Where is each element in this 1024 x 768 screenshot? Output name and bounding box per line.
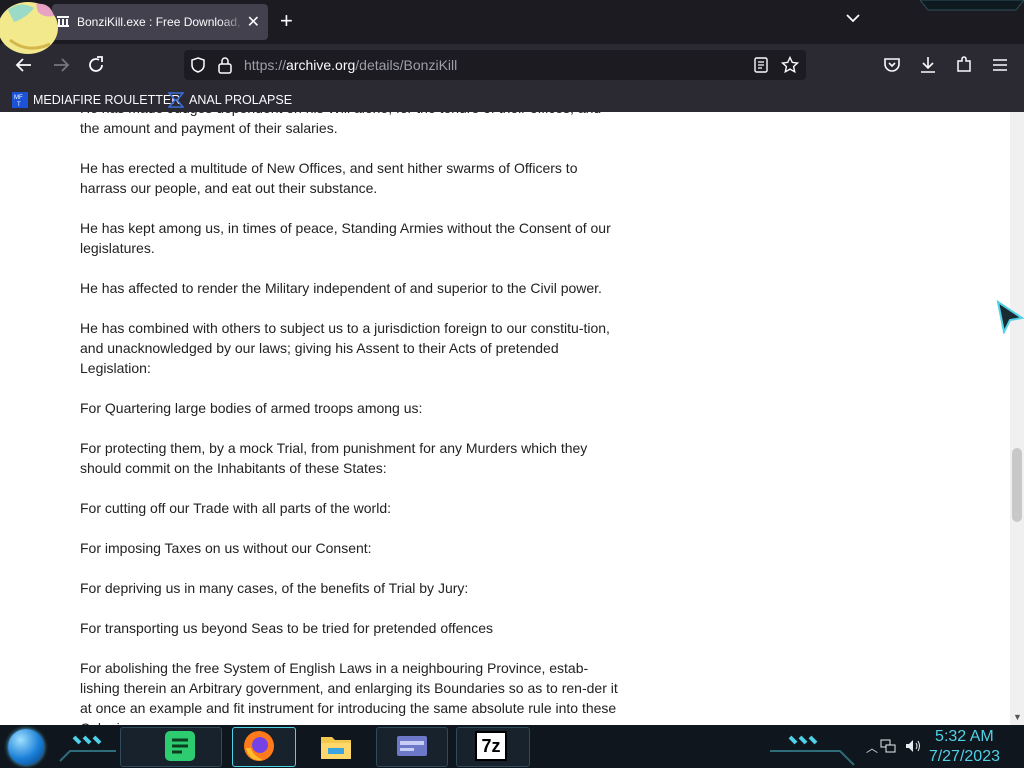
taskbar-decoration [59,735,116,762]
clock-time: 5:32 AM [935,728,994,745]
firefox-icon[interactable] [241,728,277,764]
url-domain: archive.org [286,57,356,73]
bookmark-label: MEDIAFIRE ROULETTER [33,93,181,107]
clock-date: 7/27/2023 [928,748,1000,765]
tab-strip: BonziKill.exe : Free Download, Borrow ✕ … [0,0,1024,54]
bookmark-item[interactable]: MF T MEDIAFIRE ROULETTER [12,91,180,109]
paragraph: For cutting off our Trade with all parts… [80,500,392,516]
bookmark-item[interactable]: ANAL PROLAPSE [168,91,292,109]
mediafire-icon: MF T [12,92,28,108]
theme-decoration [920,0,1024,11]
reload-icon[interactable] [85,54,107,76]
scroll-down-arrow-icon[interactable]: ▼ [1013,712,1022,722]
system-clock[interactable]: 5:32 AM 7/27/2023 [929,727,1000,767]
bookmark-star-icon[interactable] [781,56,799,74]
volume-icon[interactable] [904,738,922,754]
browser-tab-active[interactable]: BonziKill.exe : Free Download, Borrow ✕ [52,4,268,40]
paragraph: For abolishing the free System of Englis… [80,660,618,725]
paragraph: He has affected to render the Military i… [80,280,602,296]
start-orb-icon[interactable] [8,729,44,765]
lock-icon[interactable] [217,56,233,74]
svg-text:MF: MF [14,95,23,101]
taskbar: 7z ︿ 5:32 AM 7/27/2023 [0,725,1024,768]
article-text: He has made Judges dependent on his Will… [80,112,620,725]
control-panel-icon[interactable] [394,728,430,764]
show-hidden-icons-icon[interactable]: ︿ [866,739,878,756]
download-icon[interactable] [917,54,939,76]
paragraph: He has made Judges dependent on his Will… [80,112,601,136]
paragraph: For protecting them, by a mock Trial, fr… [80,440,588,476]
pocket-icon[interactable] [881,54,903,76]
paragraph: For imposing Taxes on us without our Con… [80,540,372,556]
url-prefix: https:// [244,57,287,73]
reader-view-icon[interactable] [754,57,768,73]
paragraph: For depriving us in many cases, of the b… [80,580,469,596]
paragraph: He has kept among us, in times of peace,… [80,220,611,256]
bookmark-label: ANAL PROLAPSE [189,93,293,107]
hamburger-menu-icon[interactable] [989,54,1011,76]
extensions-puzzle-icon[interactable] [953,54,975,76]
url-path: /details/BonziKill [355,57,458,73]
page-scrollbar[interactable]: ▼ [1010,112,1024,725]
network-icon[interactable] [880,739,896,753]
paragraph: For Quartering large bodies of armed tro… [80,400,423,416]
chevron-down-icon[interactable] [846,13,860,23]
shield-icon[interactable] [189,56,207,74]
paragraph: He has erected a multitude of New Office… [80,160,578,196]
close-tab-icon[interactable]: ✕ [247,12,260,32]
bookmarks-toolbar: MF T MEDIAFIRE ROULETTER ANAL PROLAPSE [0,86,1024,112]
mouse-cursor-icon [996,300,1024,334]
notes-app-icon[interactable] [162,728,198,764]
scrollbar-thumb[interactable] [1012,448,1022,522]
mascot-sticker-icon [0,2,58,54]
svg-text:T: T [17,102,21,108]
bookmark-icon [168,92,184,108]
url-field[interactable]: https://archive.org/details/BonziKill [244,57,457,73]
page-content: He has made Judges dependent on his Will… [0,112,1010,725]
paragraph: He has combined with others to subject u… [80,320,610,376]
navigation-toolbar: https://archive.org/details/BonziKill [0,44,1024,86]
address-bar[interactable]: https://archive.org/details/BonziKill [184,50,806,80]
7zip-icon[interactable]: 7z [475,731,507,761]
paragraph: For transporting us beyond Seas to be tr… [80,620,493,636]
tab-title: BonziKill.exe : Free Download, Borrow [77,15,245,29]
file-explorer-icon[interactable] [318,728,354,764]
taskbar-decoration [770,735,855,766]
new-tab-icon[interactable]: + [280,9,293,33]
